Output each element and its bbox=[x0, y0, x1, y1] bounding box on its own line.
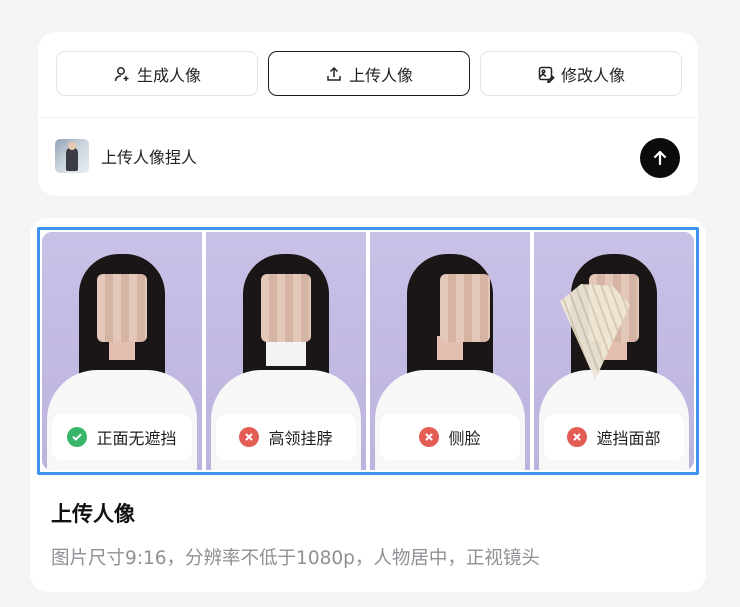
example-badge: 侧脸 bbox=[380, 414, 520, 460]
cross-icon bbox=[567, 427, 588, 447]
tab-generate-portrait[interactable]: 生成人像 bbox=[56, 51, 258, 96]
example-badge: 遮挡面部 bbox=[544, 414, 684, 460]
cross-icon bbox=[239, 427, 260, 447]
example-badge: 高领挂脖 bbox=[216, 414, 356, 460]
example-photo-side-face: 侧脸 bbox=[370, 232, 530, 470]
tab-label: 上传人像 bbox=[348, 65, 413, 85]
divider bbox=[38, 117, 698, 118]
example-label: 遮挡面部 bbox=[596, 429, 661, 448]
cross-icon bbox=[419, 427, 440, 447]
user-add-icon bbox=[113, 65, 131, 83]
upload-guide-card: 正面无遮挡 高领挂脖 侧脸 遮挡面部 上传人像 图片尺寸9:16，分辨率不低于1… bbox=[30, 218, 706, 592]
arrow-up-icon bbox=[653, 150, 667, 166]
blurred-face bbox=[440, 274, 490, 342]
example-photos: 正面无遮挡 高领挂脖 侧脸 遮挡面部 bbox=[42, 232, 694, 470]
upload-icon bbox=[325, 65, 343, 83]
check-icon bbox=[67, 427, 88, 447]
section-title: 上传人像 bbox=[51, 502, 135, 526]
section-description: 图片尺寸9:16，分辨率不低于1080p，人物居中，正视镜头 bbox=[51, 548, 540, 569]
example-badge: 正面无遮挡 bbox=[52, 414, 192, 460]
upload-row[interactable]: 上传人像捏人 bbox=[55, 139, 197, 173]
tab-label: 生成人像 bbox=[136, 65, 201, 85]
example-label: 高领挂脖 bbox=[268, 429, 333, 448]
example-label: 正面无遮挡 bbox=[96, 429, 177, 448]
image-edit-icon bbox=[537, 65, 555, 83]
mode-tabs: 生成人像 上传人像 修改人像 bbox=[56, 51, 682, 96]
example-photo-turtleneck: 高领挂脖 bbox=[206, 232, 366, 470]
tab-upload-portrait[interactable]: 上传人像 bbox=[268, 51, 470, 96]
blurred-face bbox=[97, 274, 147, 342]
tab-edit-portrait[interactable]: 修改人像 bbox=[480, 51, 682, 96]
example-label: 侧脸 bbox=[448, 429, 481, 448]
upload-label: 上传人像捏人 bbox=[101, 148, 198, 167]
example-photo-front: 正面无遮挡 bbox=[42, 232, 202, 470]
mode-card: 生成人像 上传人像 修改人像 上传人像捏人 bbox=[38, 32, 698, 196]
submit-button[interactable] bbox=[640, 138, 680, 178]
tab-label: 修改人像 bbox=[560, 65, 625, 85]
uploaded-photo-thumbnail[interactable] bbox=[55, 139, 89, 173]
example-photos-frame: 正面无遮挡 高领挂脖 侧脸 遮挡面部 bbox=[37, 227, 699, 475]
blurred-face bbox=[261, 274, 311, 342]
example-photo-covered-face: 遮挡面部 bbox=[534, 232, 694, 470]
